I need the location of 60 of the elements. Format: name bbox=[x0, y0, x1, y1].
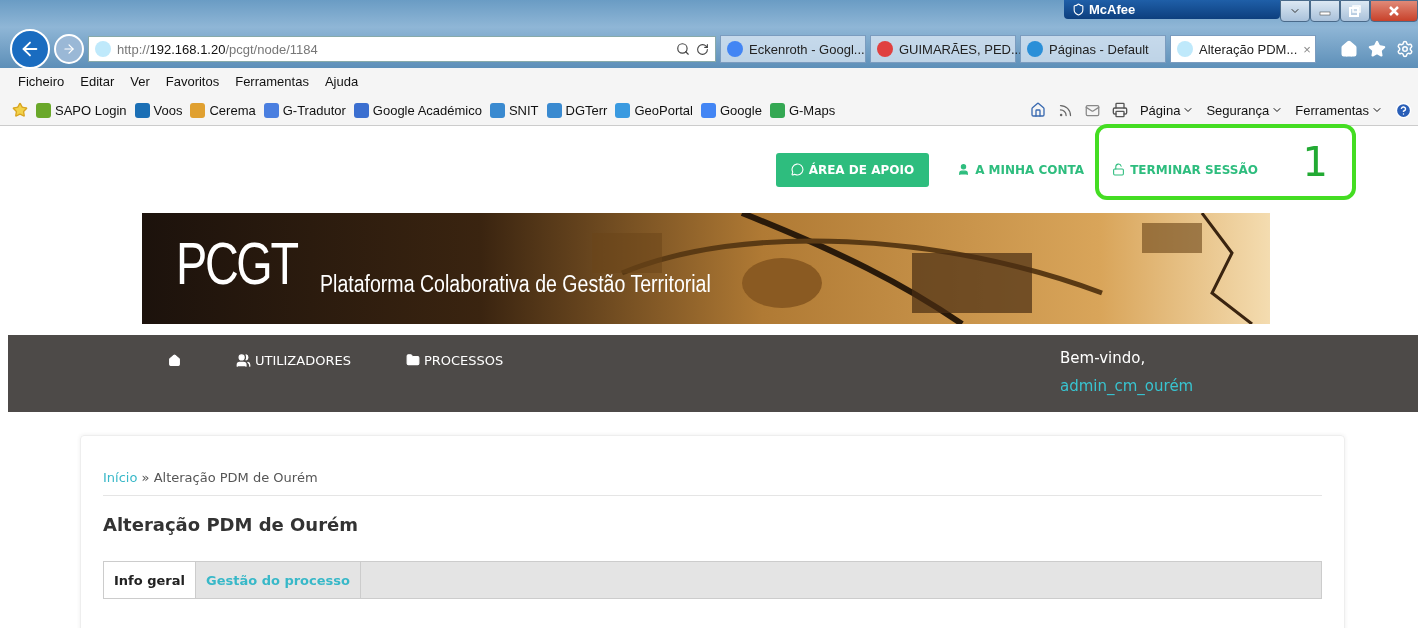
security-badge[interactable]: McAfee bbox=[1064, 0, 1280, 19]
mail-icon[interactable] bbox=[1084, 102, 1100, 118]
user-icon bbox=[957, 163, 971, 176]
favorite-link[interactable]: SNIT bbox=[489, 102, 539, 118]
settings-icon[interactable] bbox=[1396, 40, 1414, 58]
annotation-number: 1 bbox=[1302, 139, 1328, 185]
close-icon bbox=[1388, 5, 1400, 17]
browser-tab[interactable]: Alteração PDM... × bbox=[1170, 35, 1316, 63]
menu-item[interactable]: Ferramentas bbox=[235, 74, 309, 89]
page-favicon-icon bbox=[95, 41, 111, 57]
home-icon bbox=[168, 353, 181, 367]
favorite-link[interactable]: Voos bbox=[134, 102, 183, 118]
favorite-link[interactable]: G-Maps bbox=[769, 102, 836, 118]
command-menu[interactable]: Página bbox=[1139, 102, 1195, 118]
restore-icon bbox=[1349, 5, 1361, 17]
unlock-icon bbox=[1112, 163, 1126, 176]
browser-tab[interactable]: Eckenroth - Googl... bbox=[720, 35, 866, 63]
folder-icon bbox=[405, 353, 420, 367]
star-icon[interactable] bbox=[1368, 40, 1386, 58]
refresh-icon[interactable] bbox=[696, 42, 709, 56]
logo-subtitle: Plataforma Colaborativa de Gestão Territorial bbox=[320, 271, 711, 298]
back-icon[interactable] bbox=[10, 29, 50, 69]
menu-item[interactable]: Ajuda bbox=[324, 74, 359, 89]
command-menu[interactable]: Ferramentas bbox=[1295, 102, 1383, 118]
chat-icon bbox=[790, 163, 804, 176]
menu-item[interactable]: Ficheiro bbox=[18, 74, 65, 89]
favorite-link[interactable]: Google bbox=[701, 102, 762, 118]
browser-tab[interactable]: Páginas - Default bbox=[1020, 35, 1166, 63]
content-tab[interactable]: Info geral bbox=[104, 562, 196, 598]
home-icon[interactable] bbox=[1029, 102, 1046, 118]
menu-item[interactable]: Editar bbox=[80, 74, 115, 89]
favorite-link[interactable]: GeoPortal bbox=[615, 102, 693, 118]
menu-item[interactable]: Favoritos bbox=[165, 74, 220, 89]
favorite-link[interactable]: G-Tradutor bbox=[263, 102, 346, 118]
users-icon bbox=[236, 352, 251, 368]
favorite-link[interactable]: Cerema bbox=[190, 102, 256, 118]
address-field[interactable]: http://192.168.1.20/pcgt/node/1184 bbox=[88, 36, 716, 62]
feed-icon[interactable] bbox=[1057, 102, 1073, 118]
minimize-button[interactable] bbox=[1310, 0, 1340, 22]
restore-button[interactable] bbox=[1340, 0, 1370, 22]
favorite-link[interactable]: Google Académico bbox=[353, 102, 482, 118]
command-menu[interactable]: Segurança bbox=[1206, 102, 1284, 118]
nav-item[interactable]: PROCESSOS bbox=[405, 335, 504, 385]
menu-item[interactable]: Ver bbox=[130, 74, 150, 89]
page-title: Alteração PDM de Ourém bbox=[103, 514, 359, 535]
welcome-text: Bem-vindo, bbox=[1060, 349, 1147, 367]
favorite-link[interactable]: SAPO Login bbox=[36, 102, 127, 118]
favorites-star-icon[interactable] bbox=[12, 102, 28, 118]
user-link[interactable]: admin_cm_ourém bbox=[1060, 377, 1418, 395]
close-button[interactable] bbox=[1370, 0, 1418, 22]
search-icon[interactable] bbox=[676, 42, 690, 56]
forward-icon[interactable] bbox=[54, 34, 84, 64]
print-icon[interactable] bbox=[1111, 102, 1128, 118]
logo-title: PCGT bbox=[176, 229, 297, 298]
home-icon[interactable] bbox=[1340, 40, 1358, 58]
breadcrumb-current: » Alteração PDM de Ourém bbox=[141, 470, 318, 485]
favorite-link[interactable]: DGTerr bbox=[546, 102, 608, 118]
help-icon[interactable] bbox=[1395, 101, 1412, 119]
dropdown-icon[interactable] bbox=[1280, 0, 1310, 22]
nav-item[interactable]: UTILIZADORES bbox=[236, 335, 351, 385]
